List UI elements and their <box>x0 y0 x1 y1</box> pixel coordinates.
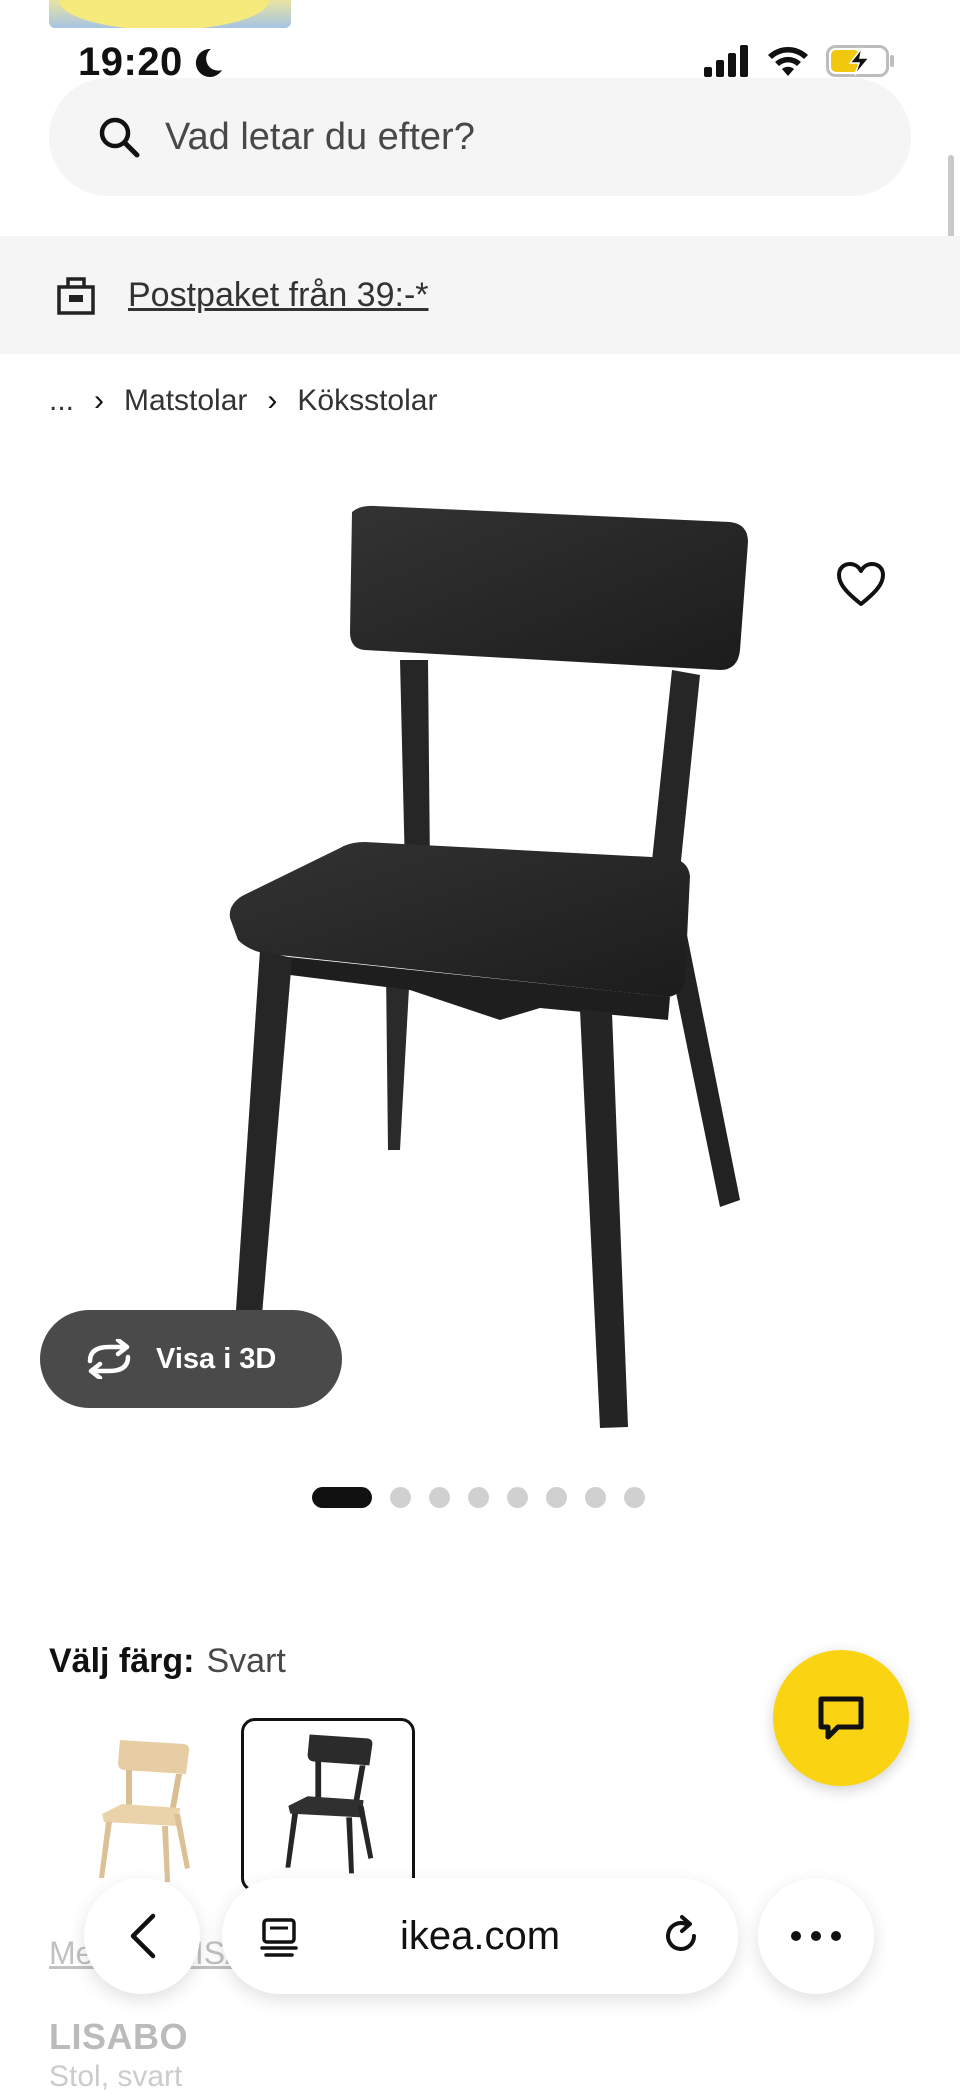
breadcrumb-item-koksstolar[interactable]: Köksstolar <box>297 384 437 418</box>
color-option-birch[interactable] <box>62 1718 230 1886</box>
carousel-dot[interactable] <box>624 1487 645 1508</box>
product-subtitle: Stol, svart <box>49 2060 183 2093</box>
more-options-button[interactable] <box>758 1878 874 1994</box>
search-bar[interactable]: Vad letar du efter? <box>49 78 911 196</box>
chevron-left-icon <box>130 1913 156 1959</box>
wifi-icon <box>768 47 808 76</box>
parcel-icon <box>57 277 95 315</box>
carousel-dot[interactable] <box>546 1487 567 1508</box>
breadcrumb-item-matstolar[interactable]: Matstolar <box>124 384 247 418</box>
search-placeholder: Vad letar du efter? <box>165 115 475 158</box>
breadcrumb-ellipsis[interactable]: ... <box>49 384 74 418</box>
carousel-dot[interactable] <box>390 1487 411 1508</box>
carousel-dot[interactable] <box>507 1487 528 1508</box>
shipping-promo-link[interactable]: Postpaket från 39:-* <box>128 276 429 315</box>
address-bar[interactable]: ikea.com <box>222 1878 738 1994</box>
carousel-dot[interactable] <box>312 1487 372 1508</box>
product-name: LISABO <box>49 2016 189 2057</box>
breadcrumb: ... › Matstolar › Köksstolar <box>49 384 437 418</box>
reload-icon[interactable] <box>660 1914 704 1958</box>
chair-thumbnail <box>99 1740 190 1882</box>
rotate-3d-icon <box>87 1339 131 1379</box>
battery-charging-icon <box>826 45 894 77</box>
ad-thumbnail <box>49 0 291 28</box>
chevron-right-icon: › <box>94 384 105 417</box>
color-selection-label: Välj färg: Svart <box>49 1642 286 1681</box>
heart-icon[interactable] <box>836 560 886 610</box>
color-label-text: Välj färg: <box>49 1642 195 1680</box>
color-option-black[interactable] <box>241 1718 415 1892</box>
chat-bubble-icon <box>818 1696 864 1740</box>
cellular-signal-icon <box>704 45 748 77</box>
moon-icon <box>195 48 222 77</box>
view-3d-button[interactable]: Visa i 3D <box>40 1310 342 1408</box>
search-icon <box>99 117 140 158</box>
view-3d-label: Visa i 3D <box>156 1342 277 1375</box>
chevron-right-icon: › <box>267 384 278 417</box>
selected-color-name: Svart <box>206 1642 286 1680</box>
carousel-dot[interactable] <box>429 1487 450 1508</box>
back-button[interactable] <box>84 1878 200 1994</box>
image-carousel-indicator[interactable] <box>312 1487 645 1508</box>
carousel-dot[interactable] <box>468 1487 489 1508</box>
more-icon <box>791 1931 841 1941</box>
status-icons <box>702 44 896 78</box>
chair-thumbnail <box>285 1734 374 1874</box>
carousel-dot[interactable] <box>585 1487 606 1508</box>
product-image[interactable] <box>200 500 760 1440</box>
chat-button[interactable] <box>773 1650 909 1786</box>
shipping-promo-banner[interactable]: Postpaket från 39:-* <box>0 236 960 354</box>
